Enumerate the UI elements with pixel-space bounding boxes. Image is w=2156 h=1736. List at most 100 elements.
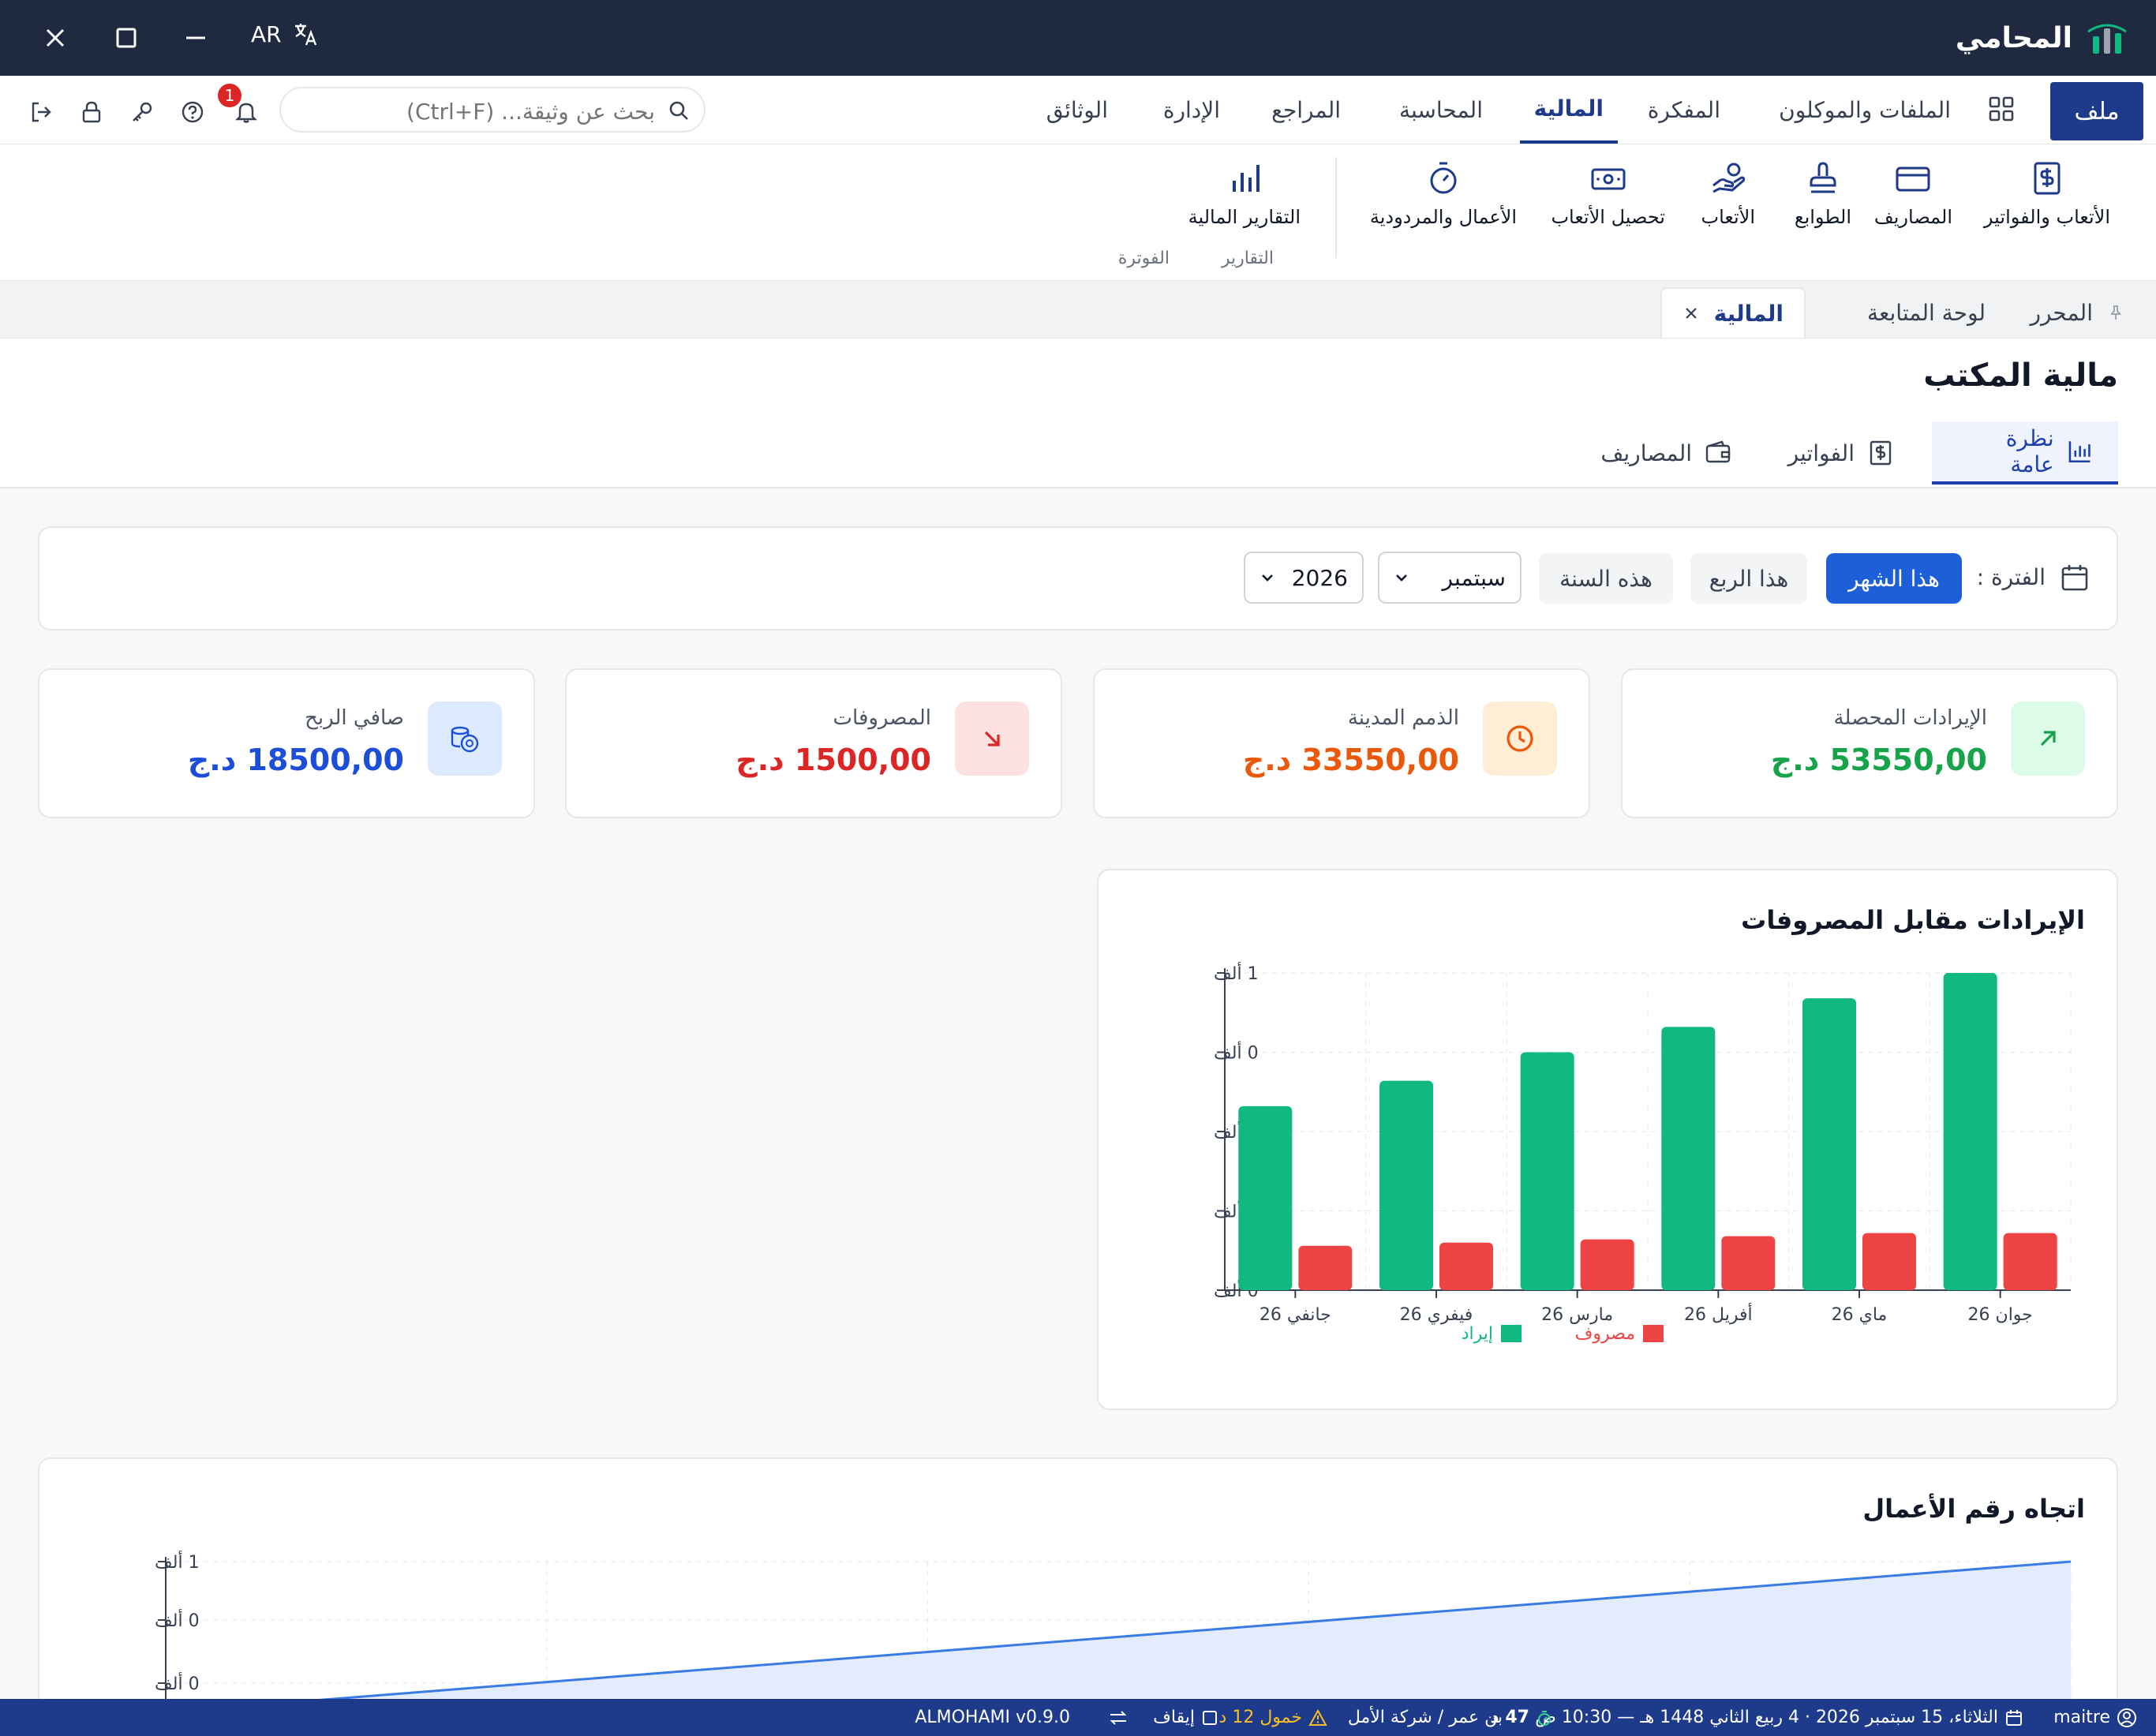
menu-references[interactable]: المراجع <box>1271 76 1341 144</box>
app-logo: المحامي <box>1956 11 2128 65</box>
period-filter: الفترة : هذا الشهر هذا الربع هذه السنة س… <box>38 526 2118 630</box>
ribbon-group-reports: التقارير <box>1221 249 1274 268</box>
maximize-window-button[interactable] <box>106 17 147 58</box>
fees-button[interactable]: الأتعاب <box>1701 160 1755 228</box>
menu-agenda[interactable]: المفكرة <box>1648 76 1720 144</box>
tab-expenses[interactable]: المصاريف <box>1575 421 1757 485</box>
menu-finance[interactable]: المالية <box>1519 76 1618 144</box>
tab-editor[interactable]: المحرر <box>2030 287 2124 338</box>
app-name: المحامي <box>1955 21 2072 54</box>
x-tick-label: جانفي 26 <box>1260 1305 1331 1325</box>
ribbon-label: التقارير المالية <box>1188 206 1301 228</box>
tab-label: المحرر <box>2030 299 2093 326</box>
menu-accounting[interactable]: المحاسبة <box>1399 76 1483 144</box>
calendar-icon <box>2061 565 2088 591</box>
x-tick-label: ماي 26 <box>1832 1305 1888 1325</box>
year-value: 2026 <box>1291 564 1348 591</box>
menu-documents[interactable]: الوثائق <box>1046 76 1108 144</box>
lock-icon <box>82 101 101 123</box>
legend-swatch-expense <box>1643 1325 1664 1342</box>
banknote-icon <box>1591 168 1626 190</box>
menu-clients[interactable]: الملفات والموكلون <box>1779 76 1951 144</box>
user-circle-icon <box>2117 1708 2136 1727</box>
ribbon-group-billing: الفوترة <box>1117 249 1170 268</box>
tab-label: الفواتير <box>1787 440 1855 466</box>
tab-overview[interactable]: نظرة عامة <box>1932 421 2118 485</box>
bar-revenue <box>1661 1027 1716 1290</box>
help-icon <box>182 101 204 123</box>
fees-invoices-button[interactable]: الأتعاب والفواتير <box>1984 160 2110 228</box>
key-icon <box>133 102 152 122</box>
ribbon-separator <box>1335 157 1337 258</box>
tab-dashboard[interactable]: لوحة المتابعة <box>1867 287 1986 338</box>
stamps-button[interactable]: الطوابع <box>1795 160 1851 228</box>
password-button[interactable] <box>128 98 156 126</box>
status-user[interactable]: maitre <box>2053 1699 2137 1736</box>
lock-button[interactable] <box>77 98 106 126</box>
year-select[interactable]: 2026 <box>1244 552 1364 604</box>
language-code: AR <box>251 21 282 47</box>
chevron-down-icon <box>1396 574 1407 582</box>
y-tick-label: 0 ألف <box>155 1609 200 1631</box>
wallet-icon <box>1705 440 1731 463</box>
this-year-button[interactable]: هذه السنة <box>1539 553 1673 604</box>
help-button[interactable] <box>178 98 207 126</box>
search-box[interactable] <box>279 87 706 133</box>
close-tab-icon[interactable] <box>1683 305 1700 322</box>
stamp-icon <box>1810 162 1836 193</box>
bar-chart-svg: 0 ألف0 ألف0 ألف0 ألف1 ألفجانفي 26فيفري 2… <box>1214 962 2072 1344</box>
chart-icon <box>2068 441 2090 463</box>
tab-finance[interactable]: المالية <box>1660 287 1806 338</box>
ribbon-label: الطوابع <box>1794 206 1851 228</box>
x-tick-label: مارس 26 <box>1541 1305 1613 1325</box>
revenue-vs-expenses-chart: الإيرادات مقابل المصروفات 0 ألف0 ألف0 أل… <box>1097 869 2118 1410</box>
minimize-window-button[interactable] <box>175 17 216 58</box>
y-tick-label: 0 ألف <box>1214 1042 1259 1064</box>
expenses-button[interactable]: المصاريف <box>1874 160 1952 228</box>
logout-button[interactable] <box>27 98 55 126</box>
menu-administration[interactable]: الإدارة <box>1163 76 1220 144</box>
ribbon-label: المصاريف <box>1873 206 1952 228</box>
warning-icon <box>1308 1708 1327 1726</box>
work-profitability-button[interactable]: الأعمال والمردودية <box>1370 160 1517 228</box>
ribbon-label: الأتعاب والفواتير <box>1983 206 2110 228</box>
main-content: مالية المكتب نظرة عامة الفواتير المصاريف… <box>0 339 2156 1699</box>
status-stop-label: إيقاف <box>1153 1708 1195 1727</box>
bar-expense <box>1862 1233 1916 1290</box>
month-value: سبتمبر <box>1442 564 1506 591</box>
tab-invoices[interactable]: الفواتير <box>1763 421 1919 485</box>
kpi-value: 1500,00 د.ج <box>736 743 931 777</box>
fee-collection-button[interactable]: تحصيل الأتعاب <box>1551 160 1665 228</box>
menu-bar: ملف الملفات والموكلون المفكرة المالية ال… <box>0 76 2156 144</box>
this-month-button[interactable]: هذا الشهر <box>1826 553 1962 604</box>
bar-chart-icon <box>1232 165 1260 192</box>
kpi-value: 33550,00 د.ج <box>1242 743 1459 777</box>
status-date: الثلاثاء، 15 سبتمبر 2026 · 4 ربيع الثاني… <box>1535 1699 2023 1736</box>
bar-revenue <box>1520 1052 1574 1290</box>
title-bar: المحامي AR <box>0 0 2156 76</box>
kpi-expenses-card: المصروفات 1500,00 د.ج <box>565 668 1062 818</box>
status-version: ALMOHAMI v0.9.0 <box>915 1708 1070 1727</box>
status-sync-button[interactable] <box>1108 1699 1129 1736</box>
file-menu-button[interactable]: ملف <box>2050 82 2143 140</box>
status-date-text: الثلاثاء، 15 سبتمبر 2026 · 4 ربيع الثاني… <box>1535 1708 1998 1727</box>
this-quarter-button[interactable]: هذا الربع <box>1690 553 1807 604</box>
tab-label: المالية <box>1713 300 1784 327</box>
y-tick-label: 0 ألف <box>155 1672 200 1694</box>
stopwatch-icon <box>1538 1710 1551 1726</box>
status-stop-button[interactable]: إيقاف <box>1153 1699 1218 1736</box>
y-tick-label: 1 ألف <box>155 1551 200 1573</box>
kpi-net-profit-card: صافي الربح 18500,00 د.ج <box>38 668 535 818</box>
month-select[interactable]: سبتمبر <box>1378 552 1522 604</box>
close-window-button[interactable] <box>35 17 76 58</box>
language-switch[interactable]: AR <box>251 21 320 47</box>
financial-reports-button[interactable]: التقارير المالية <box>1188 160 1301 228</box>
status-user-name: maitre <box>2053 1708 2110 1727</box>
bar-expense <box>1298 1245 1353 1290</box>
apps-grid-button[interactable] <box>1987 95 2016 123</box>
page-title: مالية المكتب <box>1923 357 2118 394</box>
search-input[interactable] <box>344 96 657 126</box>
period-label: الفترة : <box>1976 564 2046 590</box>
arrow-down-right-icon <box>955 702 1029 776</box>
status-bar: maitre الثلاثاء، 15 سبتمبر 2026 · 4 ربيع… <box>0 1699 2156 1736</box>
